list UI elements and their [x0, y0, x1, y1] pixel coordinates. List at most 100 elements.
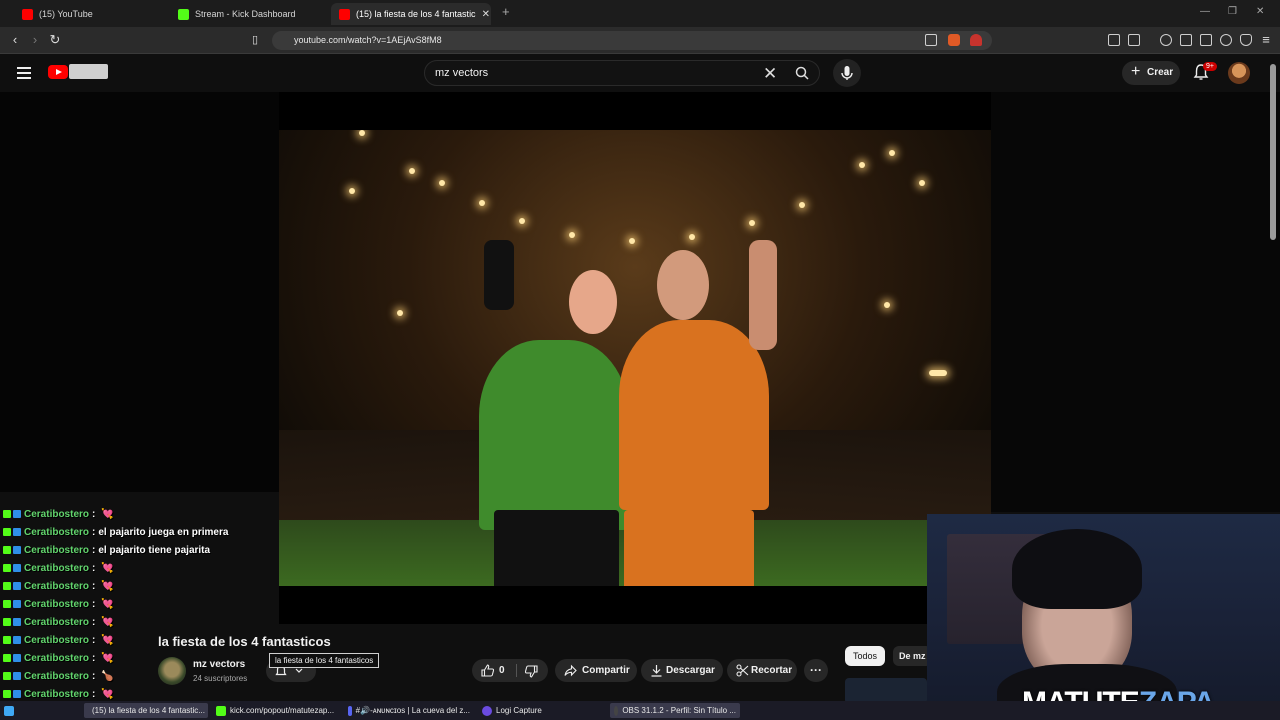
subscriber-badge-icon [13, 690, 21, 698]
channel-avatar[interactable] [158, 657, 186, 685]
chat-username[interactable]: Ceratibostero [24, 581, 89, 592]
address-bar-row: ‹ › ↻ ▯ youtube.com/watch?v=1AEjAvS8fM8 … [0, 27, 1280, 54]
taskbar-label: kick.com/popout/matutezap... [230, 706, 335, 715]
chat-colon: : [92, 616, 96, 628]
chat-username[interactable]: Ceratibostero [24, 671, 89, 682]
taskbar-label: #🔊-ᴀɴᴜɴᴄɪᴏs | La cueva del z... [355, 706, 470, 715]
floodlight [409, 168, 415, 174]
like-icon[interactable] [481, 664, 494, 677]
chat-emote: 💘 [101, 652, 114, 664]
chat-emote: 💘 [101, 598, 114, 610]
dislike-icon[interactable] [525, 665, 538, 678]
kick-badge-icon [3, 546, 11, 554]
youtube-logo-icon[interactable] [48, 65, 68, 79]
chat-emote: 💘 [101, 634, 114, 646]
download-icon [651, 665, 662, 677]
floodlight [479, 200, 485, 206]
logi-capture-icon [482, 705, 492, 716]
download-button[interactable]: Descargar [641, 659, 723, 682]
chat-message: Ceratibostero: 💘 [0, 595, 260, 613]
person-orange-raised-arm [749, 240, 777, 350]
account-avatar[interactable] [1228, 62, 1250, 84]
youtube-favicon-icon [339, 8, 350, 20]
taskbar-item-obs[interactable]: OBS 31.1.2 - Perfil: Sin Título ... [610, 703, 740, 718]
chat-username[interactable]: Ceratibostero [24, 653, 89, 664]
taskbar-item-kick-popout[interactable]: kick.com/popout/matutezap... [212, 703, 340, 718]
chat-username[interactable]: Ceratibostero [24, 527, 89, 538]
youtube-wordmark-logo[interactable] [69, 64, 108, 79]
search-box[interactable]: mz vectors ✕ [424, 60, 820, 86]
tab-close-icon[interactable]: ✕ [482, 9, 490, 20]
page-scrollbar[interactable] [1270, 64, 1276, 240]
more-actions-button[interactable]: ··· [804, 659, 828, 682]
scissors-icon [736, 664, 749, 677]
channel-name[interactable]: mz vectors [193, 659, 245, 670]
wallet-icon[interactable] [1200, 34, 1212, 46]
music-icon[interactable] [1160, 34, 1172, 46]
chip-from-channel[interactable]: De mz [893, 646, 932, 666]
chat-username[interactable]: Ceratibostero [24, 599, 89, 610]
taskbar-item-logi-capture[interactable]: Logi Capture [478, 703, 606, 718]
brave-rewards-icon[interactable] [970, 34, 982, 46]
kick-badge-icon [3, 690, 11, 698]
floodlight [749, 220, 755, 226]
browser-tab-video[interactable]: (15) la fiesta de los 4 fantastic ✕ [331, 3, 491, 25]
chat-username[interactable]: Ceratibostero [24, 635, 89, 646]
person-green-shorts [494, 510, 619, 586]
taskbar-item-discord[interactable]: #🔊-ᴀɴᴜɴᴄɪᴏs | La cueva del z... [344, 703, 474, 718]
forward-icon[interactable]: › [27, 32, 43, 48]
chat-text: el pajarito juega en primera [98, 526, 229, 538]
chip-all[interactable]: Todos [845, 646, 886, 666]
chat-username[interactable]: Ceratibostero [24, 509, 89, 520]
video-frame[interactable] [279, 130, 991, 586]
back-icon[interactable]: ‹ [7, 32, 23, 48]
cast-icon[interactable] [925, 34, 937, 46]
clear-search-icon[interactable]: ✕ [763, 64, 777, 84]
floodlight [519, 218, 525, 224]
sidebar-icon[interactable] [1180, 34, 1192, 46]
clip-button[interactable]: Recortar [727, 659, 797, 682]
person-green-raised-arm [484, 240, 514, 310]
share-label: Compartir [582, 665, 630, 676]
vpn-shield-icon[interactable] [1240, 34, 1252, 46]
chat-emote: 💘 [101, 562, 114, 574]
browser-tab-kick-dashboard[interactable]: Stream - Kick Dashboard [170, 3, 325, 25]
screenshot-icon[interactable] [1128, 34, 1140, 46]
floodlight [929, 370, 947, 376]
hamburger-menu-icon[interactable] [17, 67, 31, 79]
create-button[interactable]: Crear [1122, 60, 1180, 85]
floodlight [884, 302, 890, 308]
youtube-favicon-icon [22, 8, 33, 20]
extensions-icon[interactable] [1108, 34, 1120, 46]
brave-shield-icon[interactable] [948, 34, 960, 46]
new-tab-icon[interactable]: + [502, 4, 510, 19]
chat-username[interactable]: Ceratibostero [24, 689, 89, 700]
voice-search-button[interactable] [833, 59, 861, 87]
taskbar-start-icon[interactable] [0, 703, 18, 718]
floodlight [799, 202, 805, 208]
subscriber-badge-icon [13, 636, 21, 644]
minimize-icon[interactable]: — [1200, 6, 1210, 17]
chat-emote: 💘 [101, 688, 114, 700]
obs-icon [614, 705, 619, 716]
url-field[interactable]: youtube.com/watch?v=1AEjAvS8fM8 [272, 31, 992, 50]
bookmark-icon[interactable]: ▯ [247, 32, 263, 48]
os-taskbar: (15) la fiesta de los 4 fantastic... kic… [0, 701, 1280, 720]
browser-tab-youtube[interactable]: (15) YouTube [14, 3, 164, 25]
browser-menu-icon[interactable]: ≡ [1258, 32, 1274, 48]
leo-ai-icon[interactable] [1220, 34, 1232, 46]
subscriber-badge-icon [13, 600, 21, 608]
search-input[interactable]: mz vectors [435, 67, 488, 79]
share-button[interactable]: Compartir [555, 659, 637, 682]
chat-username[interactable]: Ceratibostero [24, 617, 89, 628]
window-close-icon[interactable]: ✕ [1256, 6, 1264, 17]
search-icon[interactable] [795, 66, 809, 80]
clip-label: Recortar [751, 665, 793, 676]
chat-username[interactable]: Ceratibostero [24, 563, 89, 574]
chat-username[interactable]: Ceratibostero [24, 545, 89, 556]
reload-icon[interactable]: ↻ [47, 32, 63, 48]
taskbar-item-youtube[interactable]: (15) la fiesta de los 4 fantastic... [84, 703, 208, 718]
tab-label: (15) la fiesta de los 4 fantastic [356, 9, 476, 19]
restore-icon[interactable]: ❐ [1228, 6, 1237, 17]
kick-favicon-icon [178, 8, 189, 20]
